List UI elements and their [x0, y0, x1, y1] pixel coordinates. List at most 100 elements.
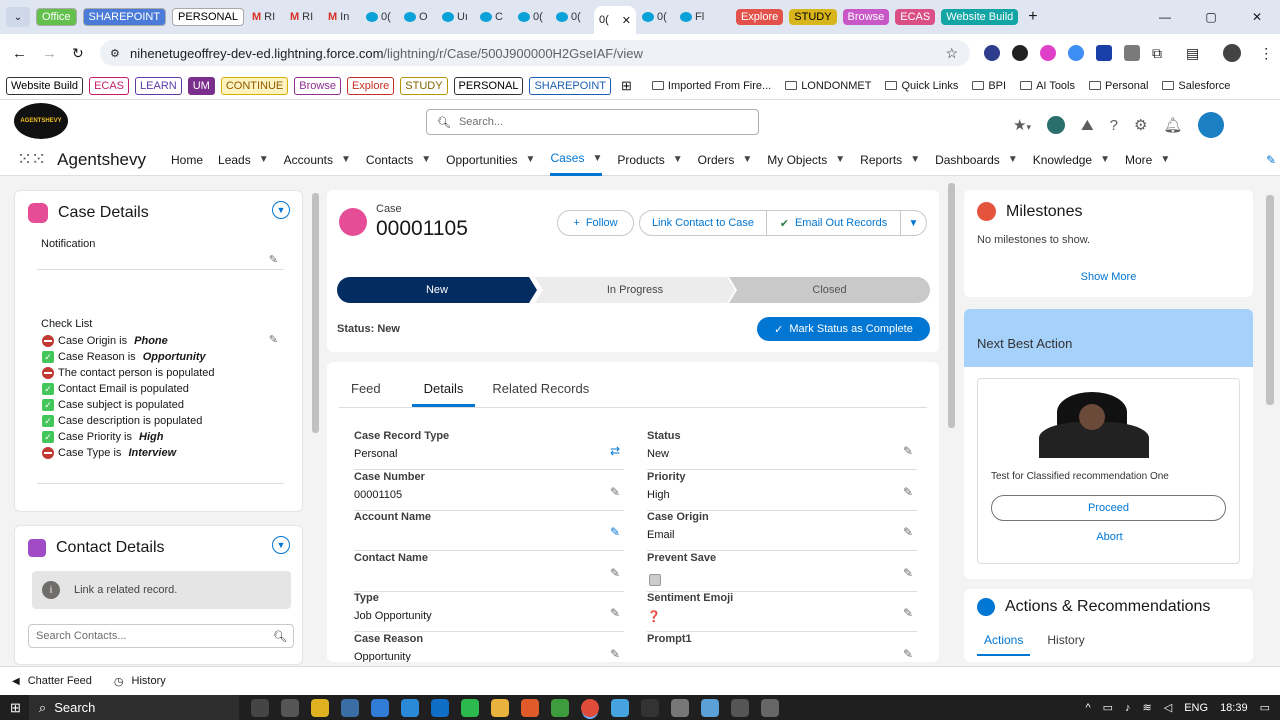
- nav-item-products[interactable]: Products ▼: [617, 144, 682, 176]
- user-avatar[interactable]: [1198, 112, 1225, 138]
- bookmark-folder[interactable]: Quick Links: [885, 80, 958, 92]
- mark-status-complete-button[interactable]: ✓ Mark Status as Complete: [757, 317, 930, 341]
- chevron-down-icon[interactable]: ▼: [673, 154, 683, 165]
- link-contact-button[interactable]: Link Contact to Case: [639, 210, 767, 236]
- browser-tab[interactable]: 0(: [641, 11, 680, 23]
- volume-icon[interactable]: ♪: [1125, 702, 1131, 714]
- record-tab-details[interactable]: Details: [411, 372, 476, 407]
- tab-group-3[interactable]: PERSONAL: [172, 8, 244, 26]
- path-step-in-progress[interactable]: In Progress: [535, 277, 735, 303]
- whatsapp-icon[interactable]: [460, 698, 479, 717]
- change-record-type-icon[interactable]: ⇄: [610, 444, 620, 458]
- bookmark-folder[interactable]: Salesforce: [1162, 80, 1230, 92]
- taskbar-app-2-icon[interactable]: [310, 698, 329, 717]
- minimize-icon[interactable]: —: [1142, 10, 1188, 24]
- tab-group-2[interactable]: SHAREPOINT: [82, 8, 167, 26]
- browser-tab[interactable]: M RI: [290, 11, 328, 23]
- extension-icon-3[interactable]: [1040, 45, 1056, 61]
- edit-pencil-icon[interactable]: ✎: [610, 485, 620, 499]
- bookmark-continue[interactable]: CONTINUE: [220, 76, 289, 95]
- taskbar-app-6-icon[interactable]: [520, 698, 539, 717]
- browser-tab[interactable]: Fl: [679, 11, 718, 23]
- bookmark-um[interactable]: UM: [187, 76, 215, 95]
- browser-tab[interactable]: O: [403, 11, 442, 23]
- notification-edit-icon[interactable]: ✎: [269, 253, 278, 266]
- nav-item-dashboards[interactable]: Dashboards ▼: [935, 144, 1018, 176]
- edit-pencil-icon[interactable]: ✎: [903, 444, 913, 458]
- extensions-puzzle-icon[interactable]: ⧉: [1152, 45, 1162, 62]
- forward-icon[interactable]: →: [42, 45, 57, 62]
- bookmark-website-build[interactable]: Website Build: [6, 76, 84, 95]
- org-logo[interactable]: AGENTSHEVY: [14, 103, 68, 139]
- chevron-down-icon[interactable]: ▼: [1160, 154, 1170, 165]
- notifications-icon[interactable]: ▭: [1260, 701, 1270, 714]
- contact-details-dropdown-icon[interactable]: ▼: [272, 536, 290, 554]
- bookmark-study[interactable]: STUDY: [400, 76, 448, 95]
- milestones-show-more-link[interactable]: Show More: [964, 271, 1253, 283]
- taskbar-app-1-icon[interactable]: [280, 698, 299, 717]
- email-out-button[interactable]: ✔ Email Out Records: [766, 210, 901, 236]
- extension-icon-4[interactable]: [1068, 45, 1084, 61]
- case-details-dropdown-icon[interactable]: ▼: [272, 201, 290, 219]
- edit-pencil-icon[interactable]: ✎: [610, 647, 620, 661]
- taskbar-app-9-icon[interactable]: [640, 698, 659, 717]
- clock[interactable]: 18:39: [1220, 702, 1248, 714]
- taskbar-app-7-icon[interactable]: [550, 698, 569, 717]
- nav-item-home[interactable]: Home: [171, 144, 203, 176]
- setup-gear-icon[interactable]: ⚙: [1134, 116, 1147, 134]
- edit-pencil-icon[interactable]: ✎: [610, 606, 620, 620]
- chevron-down-icon[interactable]: ▼: [835, 154, 845, 165]
- chevron-down-icon[interactable]: ▼: [1008, 154, 1018, 165]
- help-icon[interactable]: ?: [1110, 117, 1118, 134]
- wifi-icon[interactable]: ≋: [1143, 701, 1152, 714]
- address-bar[interactable]: ⚙ nihenetugeoffrey-dev-ed.lightning.forc…: [100, 40, 970, 66]
- back-icon[interactable]: ←: [12, 45, 27, 62]
- path-step-new[interactable]: New: [337, 277, 537, 303]
- nav-item-cases[interactable]: Cases ▼: [550, 144, 603, 176]
- bookmark-folder[interactable]: BPI: [972, 80, 1006, 92]
- vscode-icon[interactable]: [400, 698, 419, 717]
- network-icon[interactable]: ▭: [1103, 701, 1113, 714]
- nba-proceed-button[interactable]: Proceed: [991, 495, 1226, 521]
- nav-item-my-objects[interactable]: My Objects ▼: [767, 144, 845, 176]
- speaker-icon[interactable]: ◁: [1164, 701, 1172, 714]
- bookmark-browse[interactable]: Browse: [294, 76, 341, 95]
- bookmark-learn[interactable]: LEARN: [135, 76, 182, 95]
- tab-close-icon[interactable]: ✕: [622, 14, 631, 27]
- windows-start-icon[interactable]: ⊞: [10, 700, 21, 716]
- browser-tab[interactable]: M RI: [252, 11, 290, 23]
- edit-pencil-icon[interactable]: ✎: [610, 566, 620, 580]
- apps-grid-icon[interactable]: ⊞: [621, 78, 632, 94]
- bookmark-sharepoint[interactable]: SHAREPOINT: [529, 76, 611, 95]
- chevron-down-icon[interactable]: ▼: [341, 154, 351, 165]
- notifications-bell-icon[interactable]: 🔔︎: [1163, 116, 1182, 134]
- nba-abort-link[interactable]: Abort: [978, 531, 1241, 543]
- browser-tab[interactable]: M In: [328, 11, 366, 23]
- actions-tab-history[interactable]: History: [1040, 633, 1091, 656]
- checklist-edit-icon[interactable]: ✎: [269, 333, 278, 346]
- left-column-scrollbar[interactable]: [312, 183, 319, 661]
- bookmark-explore[interactable]: Explore: [346, 76, 395, 95]
- extension-icon-1[interactable]: [984, 45, 1000, 61]
- task-view-icon[interactable]: [250, 698, 269, 717]
- browser-tab[interactable]: C: [479, 11, 518, 23]
- nav-item-reports[interactable]: Reports ▼: [860, 144, 920, 176]
- taskbar-search[interactable]: ⌕ Search: [28, 695, 239, 720]
- search-contacts-input[interactable]: Search Contacts... 🔍︎: [28, 624, 294, 648]
- edit-pencil-icon[interactable]: ✎: [903, 647, 913, 661]
- new-tab-icon[interactable]: +: [1028, 8, 1037, 26]
- follow-button[interactable]: + Follow: [557, 210, 634, 236]
- right-column-scrollbar[interactable]: [1266, 183, 1275, 661]
- browser-menu-icon[interactable]: ⋮: [1259, 45, 1273, 62]
- chevron-down-icon[interactable]: ▼: [421, 154, 431, 165]
- taskbar-app-11-icon[interactable]: [700, 698, 719, 717]
- bookmark-star-icon[interactable]: ☆: [945, 45, 958, 62]
- tab-active[interactable]: 0( ✕: [593, 6, 636, 34]
- path-step-closed[interactable]: Closed: [729, 277, 930, 303]
- edit-pencil-icon[interactable]: ✎: [903, 525, 913, 539]
- language-indicator[interactable]: ENG: [1184, 702, 1208, 714]
- taskbar-app-10-icon[interactable]: [670, 698, 689, 717]
- browser-tab[interactable]: Uı: [441, 11, 480, 23]
- nav-item-opportunities[interactable]: Opportunities ▼: [446, 144, 535, 176]
- app-launcher-icon[interactable]: ⁙⁙: [17, 149, 46, 170]
